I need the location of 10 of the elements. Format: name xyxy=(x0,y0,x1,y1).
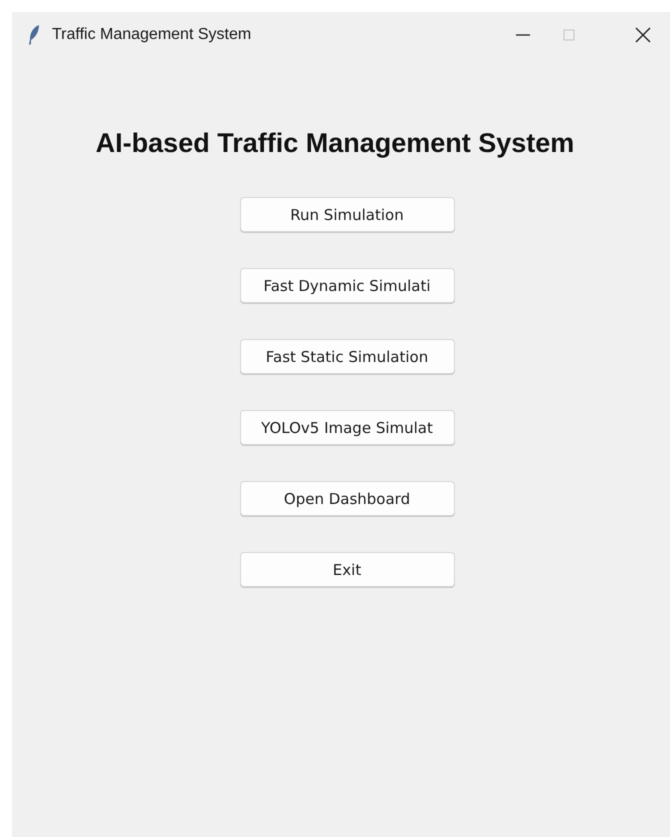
menu-button[interactable]: Exit xyxy=(240,552,454,587)
close-icon[interactable] xyxy=(633,25,653,45)
menu-button[interactable]: Fast Dynamic Simulati xyxy=(240,268,454,303)
menu-button[interactable]: Open Dashboard xyxy=(240,481,454,516)
app-heading: AI-based Traffic Management System xyxy=(96,128,574,159)
menu-button[interactable]: Fast Static Simulation xyxy=(240,339,454,374)
menu-button[interactable]: Run Simulation xyxy=(240,197,454,232)
feather-icon xyxy=(28,25,40,45)
menu-button[interactable]: YOLOv5 Image Simulat xyxy=(240,410,454,445)
window-title: Traffic Management System xyxy=(52,26,252,44)
